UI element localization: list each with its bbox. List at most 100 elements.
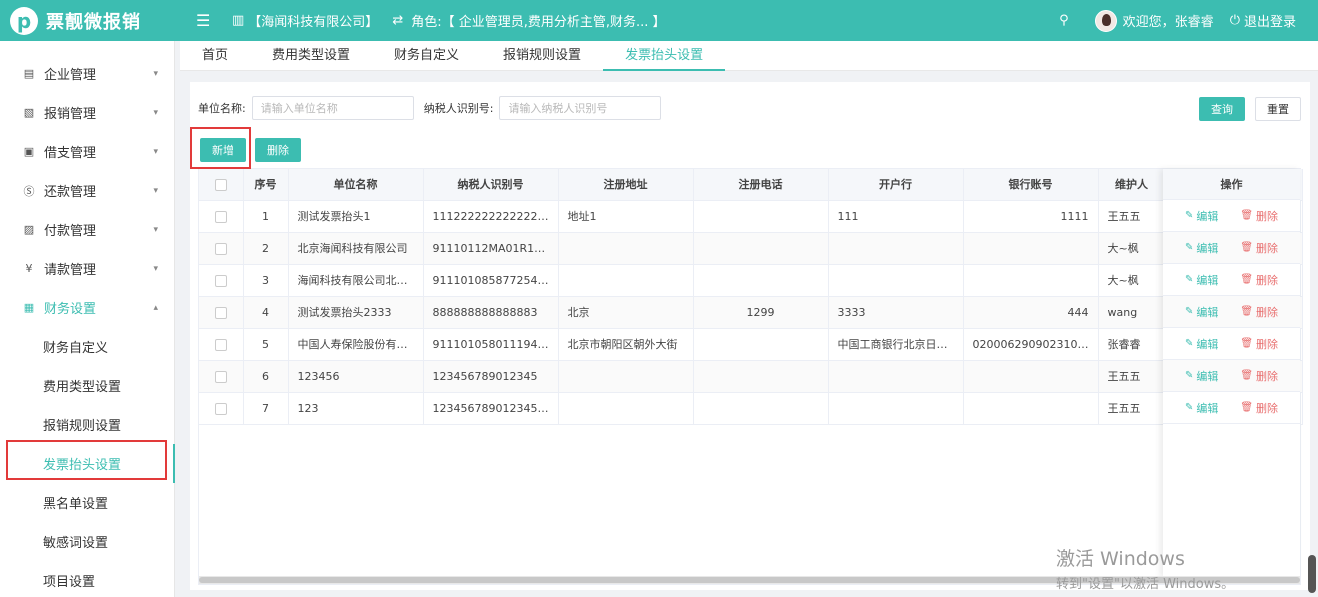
search-icon[interactable]: ⚲ — [1059, 13, 1069, 28]
sidebar-item-advance[interactable]: ▣ 借支管理 ▾ — [0, 132, 174, 171]
row-checkbox[interactable] — [214, 210, 227, 223]
select-all-checkbox[interactable] — [214, 178, 227, 191]
ops-row: ✎ 编辑 🗑 删除 — [1163, 360, 1300, 392]
sidebar-subitem-finance-custom[interactable]: 财务自定义 — [0, 327, 174, 366]
cell-address: 地址1 — [558, 200, 694, 233]
cell-address — [558, 392, 694, 425]
sidebar-subitem-sensitive-words[interactable]: 敏感词设置 — [0, 522, 174, 561]
cell-account — [963, 392, 1099, 425]
menu-collapse-icon[interactable]: ☰ — [196, 11, 216, 30]
row-select — [199, 296, 244, 329]
tab-reimburse-rules[interactable]: 报销规则设置 — [481, 41, 603, 71]
sidebar-subitem-invoice-title[interactable]: 发票抬头设置 — [0, 444, 174, 483]
cell-address — [558, 264, 694, 297]
column-header: 操作 — [1163, 169, 1300, 200]
delete-button[interactable]: 🗑 删除 — [1240, 272, 1278, 288]
unit-name-label: 单位名称: — [198, 102, 246, 115]
cell-address — [558, 232, 694, 265]
cell-maintainer: wang — [1098, 296, 1166, 329]
welcome-text: 欢迎您，张睿睿 — [1122, 15, 1214, 30]
trash-icon: 🗑 — [1240, 306, 1254, 317]
role-switcher[interactable]: ⇄ 角色:【 企业管理员,费用分析主管,财务... 】 — [392, 11, 665, 30]
batch-delete-button[interactable]: 删除 — [255, 138, 301, 162]
edit-label: 编辑 — [1196, 273, 1219, 287]
sidebar-item-request[interactable]: ¥ 请款管理 ▾ — [0, 249, 174, 288]
table-row: 5 中国人寿保险股份有限公司 91110105801119482D 北京市朝阳区… — [199, 328, 1303, 361]
avatar[interactable] — [1094, 9, 1117, 32]
sidebar-subitem-blacklist[interactable]: 黑名单设置 — [0, 483, 174, 522]
sidebar-subitem-projects[interactable]: 项目设置 — [0, 561, 174, 597]
column-header: 单位名称 — [288, 169, 424, 201]
delete-button[interactable]: 🗑 删除 — [1240, 208, 1278, 224]
receipt-icon: ▧ — [23, 106, 35, 119]
chevron-down-icon: ▾ — [153, 224, 158, 235]
cell-account — [963, 360, 1099, 393]
delete-button[interactable]: 🗑 删除 — [1240, 304, 1278, 320]
ops-row: ✎ 编辑 🗑 删除 — [1163, 392, 1300, 424]
sidebar-item-repayment[interactable]: Ⓢ 还款管理 ▾ — [0, 171, 174, 210]
tab-invoice-title[interactable]: 发票抬头设置 — [603, 41, 726, 71]
ops-row: ✎ 编辑 🗑 删除 — [1163, 200, 1300, 232]
logout-button[interactable]: ⏻ 退出登录 — [1230, 11, 1296, 30]
delete-button[interactable]: 🗑 删除 — [1240, 368, 1278, 384]
delete-button[interactable]: 🗑 删除 — [1240, 336, 1278, 352]
company-selector[interactable]: ▥ 【海闻科技有限公司】 — [232, 11, 378, 30]
cell-bank — [828, 360, 964, 393]
edit-button[interactable]: ✎ 编辑 — [1185, 304, 1218, 320]
edit-button[interactable]: ✎ 编辑 — [1185, 368, 1218, 384]
edit-button[interactable]: ✎ 编辑 — [1185, 208, 1218, 224]
tab-home[interactable]: 首页 — [180, 41, 250, 71]
row-checkbox[interactable] — [214, 306, 227, 319]
trash-icon: 🗑 — [1240, 338, 1254, 349]
trash-icon: 🗑 — [1240, 242, 1254, 253]
table-row: 2 北京海闻科技有限公司 91110112MA01R1K21F 大~枫 — [199, 232, 1303, 265]
sidebar-item-payment[interactable]: ▨ 付款管理 ▾ — [0, 210, 174, 249]
edit-button[interactable]: ✎ 编辑 — [1185, 272, 1218, 288]
row-checkbox[interactable] — [214, 370, 227, 383]
delete-button[interactable]: 🗑 删除 — [1240, 240, 1278, 256]
edit-label: 编辑 — [1196, 401, 1219, 415]
logout-label: 退出登录 — [1243, 15, 1296, 30]
sidebar-item-finance-settings[interactable]: ▦ 财务设置 ▴ — [0, 288, 174, 327]
column-header: 注册电话 — [693, 169, 829, 201]
add-button[interactable]: 新增 — [200, 138, 246, 162]
edit-icon: ✎ — [1184, 338, 1194, 349]
trash-icon: 🗑 — [1240, 370, 1254, 381]
operations-column: 操作 ✎ 编辑 🗑 删除 ✎ 编辑 🗑 删除 ✎ 编辑 🗑 删除 ✎ 编辑 🗑 删除 ✎ 编辑 🗑… — [1163, 169, 1300, 578]
invoice-title-table: 序号 单位名称 纳税人识别号 注册地址 注册电话 开户行 银行账号 维护人 1 … — [198, 168, 1303, 585]
vertical-scrollbar[interactable] — [1308, 555, 1316, 593]
cell-bank: 111 — [828, 200, 964, 233]
tax-id-input[interactable] — [499, 96, 662, 120]
cell-phone — [693, 264, 829, 297]
reset-button[interactable]: 重置 — [1255, 97, 1301, 121]
tab-finance-custom[interactable]: 财务自定义 — [372, 41, 481, 71]
cell-phone — [693, 392, 829, 425]
table-row: 3 海闻科技有限公司北京分公司 911101085877254485 大~枫 — [199, 264, 1303, 297]
edit-button[interactable]: ✎ 编辑 — [1185, 240, 1218, 256]
sidebar-item-reimbursement[interactable]: ▧ 报销管理 ▾ — [0, 93, 174, 132]
edit-button[interactable]: ✎ 编辑 — [1185, 336, 1218, 352]
tab-expense-types[interactable]: 费用类型设置 — [250, 41, 372, 71]
unit-name-input[interactable] — [251, 96, 414, 120]
sidebar-item-enterprise[interactable]: ▤ 企业管理 ▾ — [0, 54, 174, 93]
sidebar-subitem-reimburse-rules[interactable]: 报销规则设置 — [0, 405, 174, 444]
query-button[interactable]: 查询 — [1199, 97, 1245, 121]
row-checkbox[interactable] — [214, 274, 227, 287]
table-header-row: 序号 单位名称 纳税人识别号 注册地址 注册电话 开户行 银行账号 维护人 — [199, 169, 1303, 201]
cell-maintainer: 王五五 — [1098, 200, 1166, 233]
cell-bank: 3333 — [828, 296, 964, 329]
finance-icon: ▦ — [23, 301, 35, 314]
row-checkbox[interactable] — [214, 402, 227, 415]
chevron-down-icon: ▾ — [153, 263, 158, 274]
column-header: 银行账号 — [963, 169, 1099, 201]
edit-button[interactable]: ✎ 编辑 — [1185, 400, 1218, 416]
row-checkbox[interactable] — [214, 242, 227, 255]
trash-icon: 🗑 — [1240, 210, 1254, 221]
delete-button[interactable]: 🗑 删除 — [1240, 400, 1278, 416]
sidebar-subitem-expense-types[interactable]: 费用类型设置 — [0, 366, 174, 405]
row-checkbox[interactable] — [214, 338, 227, 351]
cell-bank — [828, 232, 964, 265]
chevron-down-icon: ▾ — [153, 185, 158, 196]
cell-unit-name: 123456 — [288, 360, 424, 393]
table-row: 1 测试发票抬头1 11122222222222222022 地址1 111 1… — [199, 200, 1303, 233]
